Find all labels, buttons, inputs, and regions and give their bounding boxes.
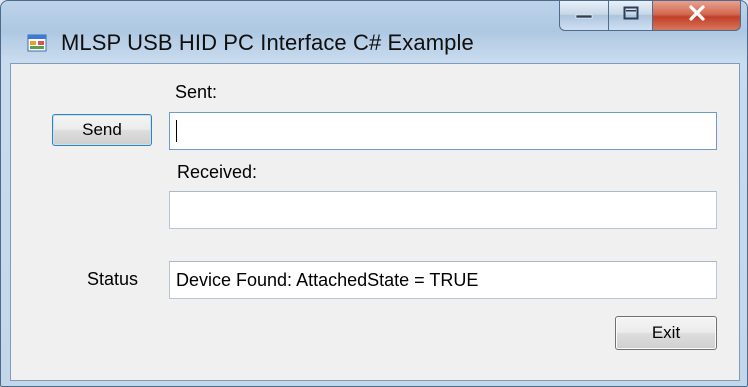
status-textbox[interactable]: Device Found: AttachedState = TRUE [169, 261, 717, 299]
send-button[interactable]: Send [52, 114, 152, 146]
sent-textbox[interactable] [169, 112, 717, 150]
form-client-area: Sent: Send Received: Status Device Found… [10, 63, 740, 381]
exit-button[interactable]: Exit [615, 316, 717, 350]
close-button[interactable] [653, 1, 741, 31]
main-window: MLSP USB HID PC Interface C# Example Sen… [0, 0, 748, 387]
caption-buttons [559, 1, 741, 33]
app-window-icon [27, 33, 47, 53]
status-label: Status [87, 269, 139, 289]
maximize-icon [623, 6, 639, 25]
close-icon [688, 5, 706, 26]
minimize-icon [575, 7, 593, 25]
received-label: Received: [177, 162, 258, 182]
received-textbox[interactable] [169, 191, 717, 229]
window-title: MLSP USB HID PC Interface C# Example [61, 30, 474, 55]
maximize-button[interactable] [609, 1, 653, 31]
sent-label: Sent: [175, 82, 218, 102]
minimize-button[interactable] [559, 1, 609, 31]
text-caret [176, 120, 177, 142]
title-bar[interactable]: MLSP USB HID PC Interface C# Example [1, 1, 747, 61]
